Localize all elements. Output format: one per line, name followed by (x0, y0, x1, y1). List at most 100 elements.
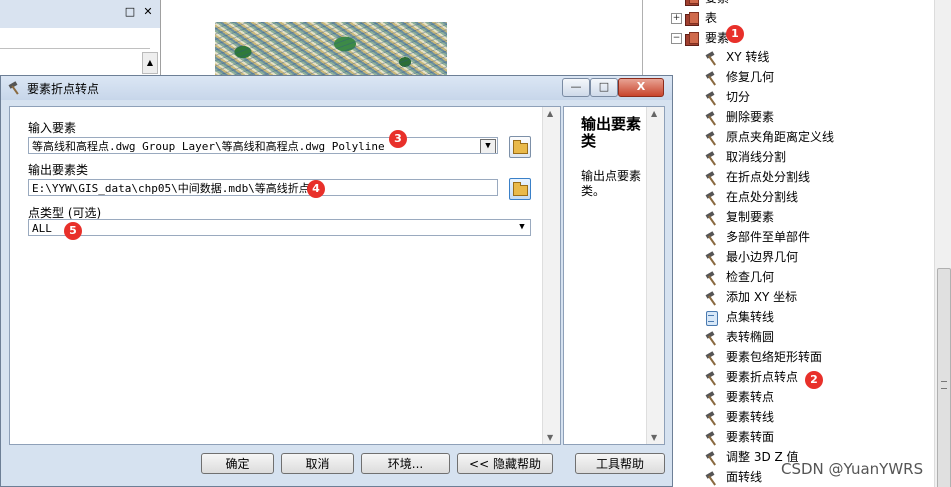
tool-item-label: XY 转线 (726, 50, 770, 64)
hammer-icon (703, 70, 721, 86)
scroll-down-icon[interactable]: ▼ (651, 433, 657, 442)
hammer-icon (8, 81, 19, 95)
tool-item-label: 要素包络矩形转面 (726, 350, 823, 364)
browse-input-button[interactable] (509, 136, 531, 158)
map-view[interactable] (161, 0, 641, 78)
tree-node-features[interactable]: 要素 (683, 28, 729, 48)
hammer-icon (703, 170, 721, 186)
toolset-icon (683, 11, 701, 26)
tree-node-table[interactable]: 表 (683, 8, 717, 28)
tool-item[interactable]: 要素转面 (703, 427, 774, 447)
tool-item[interactable]: 最小边界几何 (703, 247, 798, 267)
tool-item-label: 原点夹角距离定义线 (726, 130, 835, 144)
toolset-icon (683, 0, 701, 6)
tool-item-label: 要素折点转点 (726, 370, 799, 384)
browse-output-button[interactable] (509, 178, 531, 200)
parameters-scrollbar[interactable]: ▲ ▼ (542, 107, 560, 444)
environments-button[interactable]: 环境... (361, 453, 450, 474)
tool-item-label: 要素转点 (726, 390, 775, 404)
tool-item[interactable]: 在折点处分割线 (703, 167, 810, 187)
tool-item-label: 修复几何 (726, 70, 775, 84)
pane-scroll-up[interactable]: ▲ (142, 52, 158, 74)
tool-item[interactable]: 原点夹角距离定义线 (703, 127, 834, 147)
tool-dialog: 要素折点转点 — □ X 输入要素 等高线和高程点.dwg Group Laye… (0, 75, 673, 487)
toolbox-scroll-thumb[interactable] (937, 268, 951, 487)
help-title: 输出要素类 (581, 115, 642, 150)
scroll-up-icon[interactable]: ▲ (651, 109, 657, 118)
hammer-icon (703, 50, 721, 66)
tool-item[interactable]: 删除要素 (703, 107, 774, 127)
hammer-icon (703, 350, 721, 366)
hammer-icon (703, 290, 721, 306)
hammer-icon (703, 250, 721, 266)
tool-item[interactable]: 复制要素 (703, 207, 774, 227)
pane-divider (0, 48, 150, 49)
chevron-down-icon[interactable]: ▼ (480, 139, 496, 153)
output-feature-class-field[interactable]: E:\YYW\GIS_data\chp05\中间数据.mdb\等高线折点 (28, 179, 498, 196)
terrain-map-image (215, 22, 447, 78)
hide-help-button[interactable]: << 隐藏帮助 (457, 453, 553, 474)
hammer-icon (703, 230, 721, 246)
tool-item[interactable]: 要素转线 (703, 407, 774, 427)
chevron-down-icon[interactable]: ▼ (515, 221, 529, 234)
hammer-icon (703, 450, 721, 466)
toolset-icon (683, 31, 701, 46)
tool-item[interactable]: 点集转线 (703, 307, 774, 327)
tool-item-label: 要素转面 (726, 430, 775, 444)
toolbox-scrollbar[interactable] (934, 0, 951, 487)
tool-item[interactable]: 添加 XY 坐标 (703, 287, 797, 307)
tool-item[interactable]: 要素包络矩形转面 (703, 347, 822, 367)
hammer-icon (703, 410, 721, 426)
annotation-badge-3: 3 (389, 130, 407, 148)
help-panel: 输出要素类 输出点要素类。 ▲ ▼ (563, 106, 665, 445)
script-icon (703, 310, 721, 326)
help-body: 输出点要素类。 (581, 169, 642, 198)
tree-node-partial[interactable]: 要素 (683, 0, 729, 8)
point-type-select[interactable]: ALL ▼ (28, 219, 531, 236)
minimize-button[interactable]: — (562, 78, 590, 97)
tool-item[interactable]: 多部件至单部件 (703, 227, 810, 247)
hammer-icon (703, 430, 721, 446)
tool-item[interactable]: 修复几何 (703, 67, 774, 87)
hammer-icon (703, 90, 721, 106)
tool-item-label: 最小边界几何 (726, 250, 799, 264)
watermark: CSDN @YuanYWRS (781, 460, 924, 478)
tool-item-label: 添加 XY 坐标 (726, 290, 798, 304)
tool-item[interactable]: 取消线分割 (703, 147, 786, 167)
tool-item-label: 在折点处分割线 (726, 170, 811, 184)
tool-item-label: 面转线 (726, 470, 763, 484)
hammer-icon (703, 130, 721, 146)
maximize-button[interactable]: □ (590, 78, 618, 97)
scroll-down-icon[interactable]: ▼ (547, 433, 553, 442)
hammer-icon (703, 110, 721, 126)
tool-item[interactable]: 切分 (703, 87, 750, 107)
tool-item[interactable]: XY 转线 (703, 47, 769, 67)
tool-item[interactable]: 要素折点转点 (703, 367, 798, 387)
output-feature-class-label: 输出要素类 (28, 163, 89, 177)
close-button[interactable]: X (618, 78, 664, 97)
tool-item[interactable]: 在点处分割线 (703, 187, 798, 207)
input-features-combo[interactable]: 等高线和高程点.dwg Group Layer\等高线和高程点.dwg Poly… (28, 137, 498, 154)
cancel-button[interactable]: 取消 (281, 453, 354, 474)
hammer-icon (703, 150, 721, 166)
collapse-minus-icon[interactable]: − (671, 33, 682, 44)
tool-item[interactable]: 要素转点 (703, 387, 774, 407)
hammer-icon (703, 470, 721, 486)
annotation-badge-2: 2 (805, 371, 823, 389)
annotation-badge-1: 1 (726, 25, 744, 43)
folder-open-icon (513, 182, 528, 196)
dialog-titlebar[interactable]: 要素折点转点 — □ X (1, 76, 672, 100)
tool-item-label: 取消线分割 (726, 150, 787, 164)
expand-plus-icon[interactable]: + (671, 13, 682, 24)
tool-item[interactable]: 表转椭圆 (703, 327, 774, 347)
pane-restore-icon[interactable]: □ (124, 6, 136, 18)
scroll-up-icon[interactable]: ▲ (547, 109, 553, 118)
pane-close-icon[interactable]: ✕ (142, 6, 154, 18)
tool-item-label: 删除要素 (726, 110, 775, 124)
tool-help-button[interactable]: 工具帮助 (575, 453, 665, 474)
help-scrollbar[interactable]: ▲ ▼ (646, 107, 664, 444)
tool-item[interactable]: 检查几何 (703, 267, 774, 287)
catalog-pane-header: □ ✕ (0, 0, 160, 28)
tool-item[interactable]: 面转线 (703, 467, 762, 487)
ok-button[interactable]: 确定 (201, 453, 274, 474)
